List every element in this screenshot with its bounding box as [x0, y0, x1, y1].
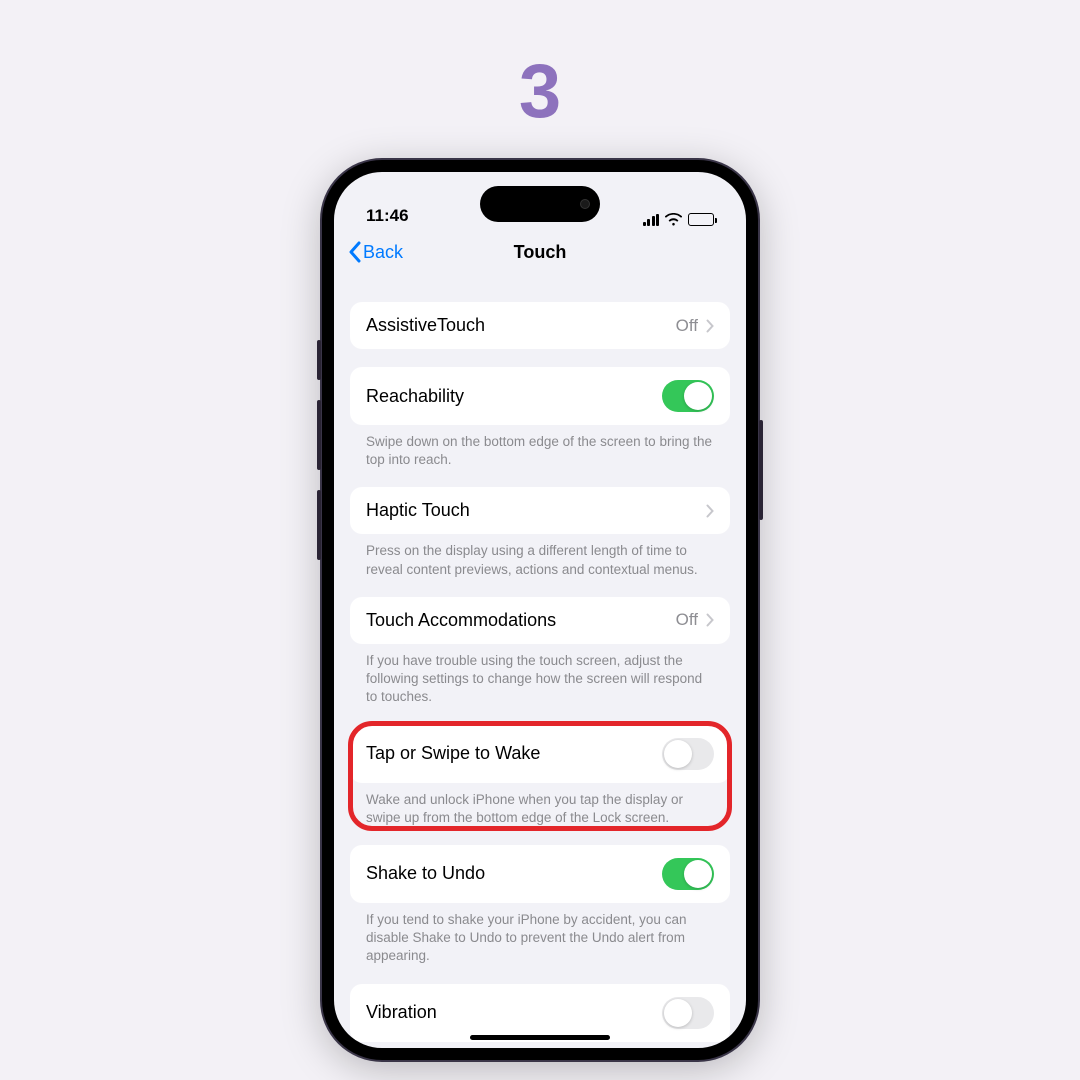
chevron-left-icon — [348, 241, 361, 263]
row-label: Touch Accommodations — [366, 610, 556, 631]
row-tap-swipe-wake[interactable]: Tap or Swipe to Wake — [350, 725, 730, 783]
status-time: 11:46 — [366, 206, 409, 226]
row-footer: If you have trouble using the touch scre… — [350, 644, 730, 707]
back-label: Back — [363, 242, 403, 263]
page-title: Touch — [514, 242, 567, 263]
chevron-right-icon — [706, 319, 714, 333]
chevron-right-icon — [706, 613, 714, 627]
row-haptic-touch[interactable]: Haptic Touch — [350, 487, 730, 534]
row-vibration[interactable]: Vibration — [350, 984, 730, 1042]
row-footer: When this switch is off, all vibration o… — [350, 1042, 730, 1048]
row-footer: Wake and unlock iPhone when you tap the … — [350, 783, 730, 827]
row-value: Off — [676, 316, 698, 336]
row-label: Vibration — [366, 1002, 437, 1023]
row-value: Off — [676, 610, 698, 630]
row-footer: If you tend to shake your iPhone by acci… — [350, 903, 730, 966]
row-assistive-touch[interactable]: AssistiveTouch Off — [350, 302, 730, 349]
row-touch-accommodations[interactable]: Touch Accommodations Off — [350, 597, 730, 644]
step-number: 3 — [519, 48, 561, 135]
nav-bar: Back Touch — [334, 230, 746, 274]
home-indicator — [470, 1035, 610, 1040]
wifi-icon — [665, 213, 682, 226]
row-footer: Swipe down on the bottom edge of the scr… — [350, 425, 730, 469]
vibration-toggle[interactable] — [662, 997, 714, 1029]
tap-wake-toggle[interactable] — [662, 738, 714, 770]
row-label: Shake to Undo — [366, 863, 485, 884]
shake-undo-toggle[interactable] — [662, 858, 714, 890]
row-label: AssistiveTouch — [366, 315, 485, 336]
phone-screen: 11:46 Back Touch AssistiveTouch Off — [334, 172, 746, 1048]
cellular-icon — [643, 214, 660, 226]
chevron-right-icon — [706, 504, 714, 518]
row-footer: Press on the display using a different l… — [350, 534, 730, 578]
row-label: Reachability — [366, 386, 464, 407]
row-label: Haptic Touch — [366, 500, 470, 521]
back-button[interactable]: Back — [348, 241, 403, 263]
phone-frame: 11:46 Back Touch AssistiveTouch Off — [322, 160, 758, 1060]
battery-icon — [688, 213, 714, 226]
dynamic-island — [480, 186, 600, 222]
row-label: Tap or Swipe to Wake — [366, 743, 540, 764]
reachability-toggle[interactable] — [662, 380, 714, 412]
row-reachability[interactable]: Reachability — [350, 367, 730, 425]
row-shake-undo[interactable]: Shake to Undo — [350, 845, 730, 903]
